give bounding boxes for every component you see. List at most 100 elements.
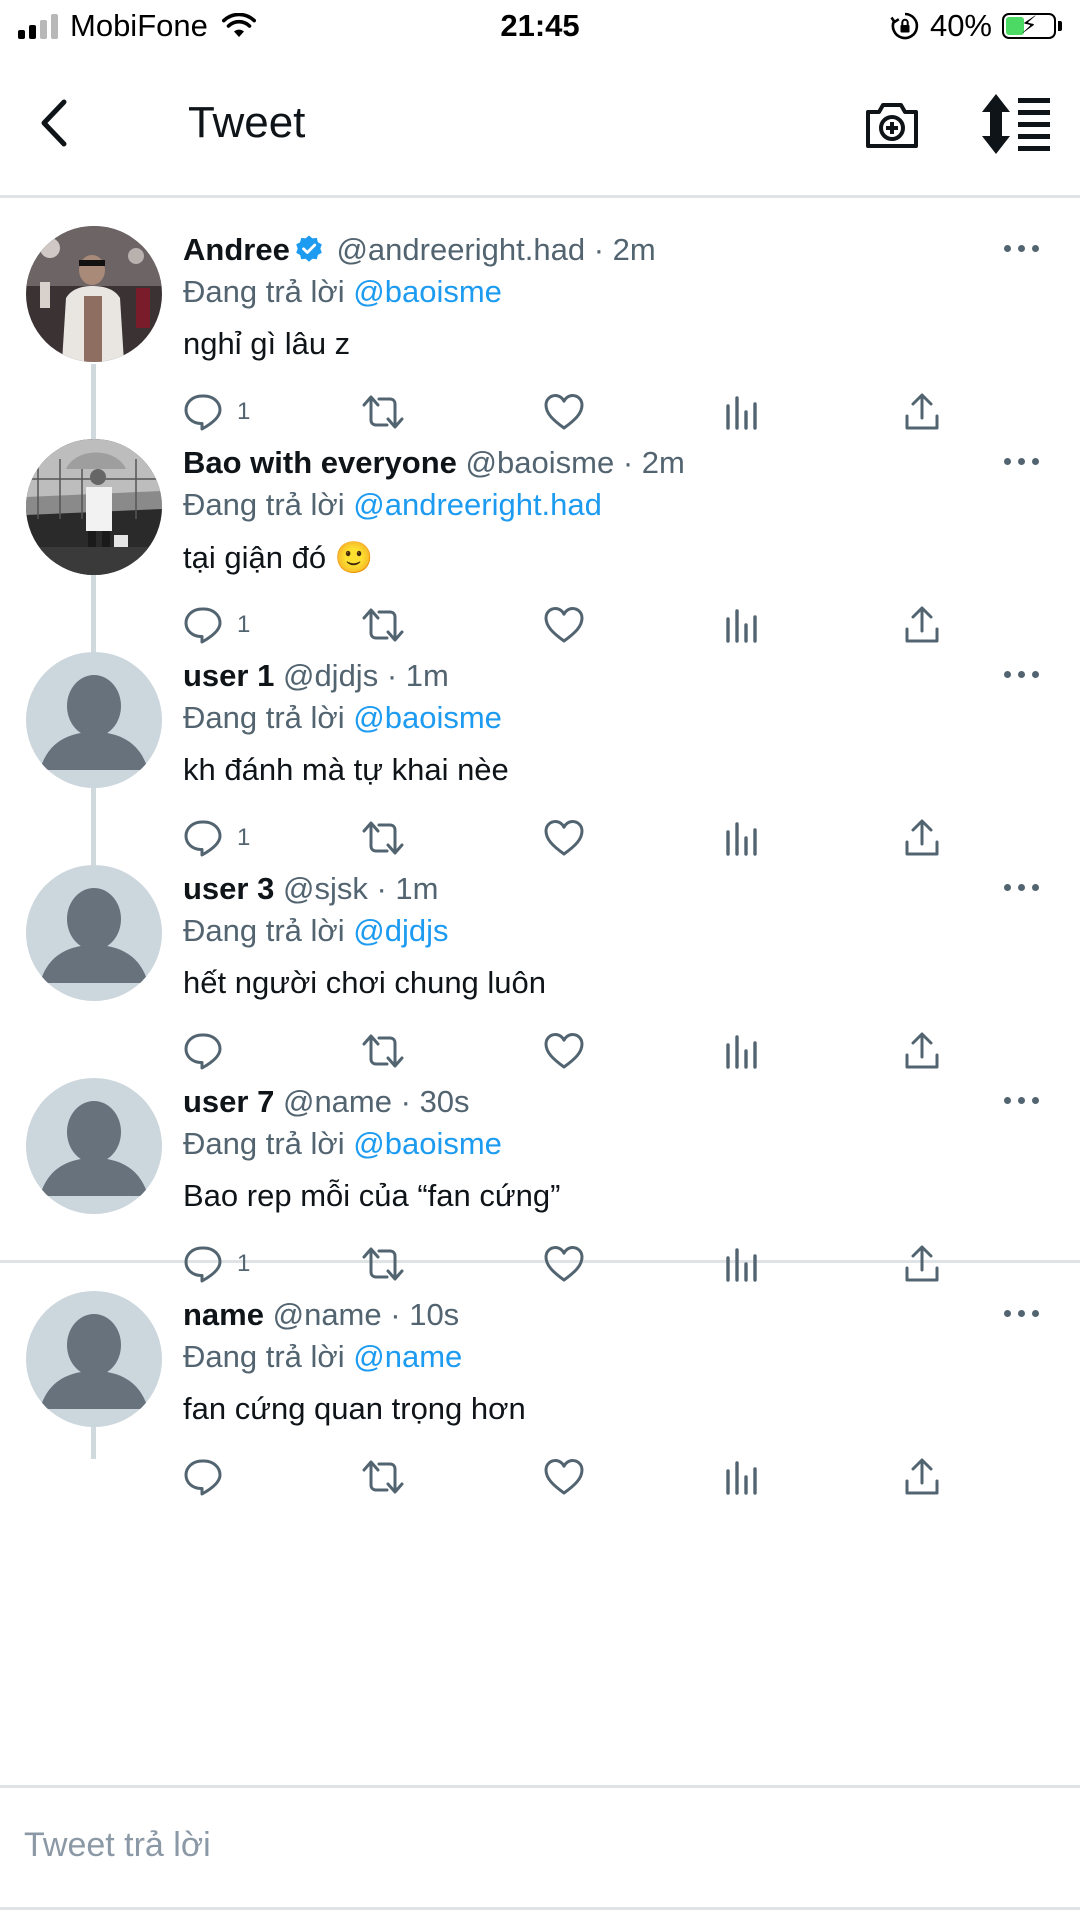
author-handle[interactable]: @djdjs xyxy=(283,658,378,693)
separator-dot: · xyxy=(386,658,398,693)
tweet-header: user 1 @djdjs · 1m xyxy=(183,658,449,694)
reply-button[interactable] xyxy=(183,1455,237,1499)
more-options-button[interactable] xyxy=(1004,451,1040,471)
reply-composer xyxy=(0,1785,1080,1910)
author-handle[interactable]: @baoisme xyxy=(466,445,615,480)
avatar[interactable] xyxy=(26,652,162,788)
replying-to-mention[interactable]: @baoisme xyxy=(353,274,502,309)
tweet-text: kh đánh mà tự khai nèe xyxy=(183,752,509,787)
retweet-icon xyxy=(362,1460,404,1494)
page-title: Tweet xyxy=(188,98,306,147)
author-name[interactable]: name xyxy=(183,1297,264,1332)
share-icon xyxy=(905,1458,939,1495)
replying-to: Đang trả lời @baoisme xyxy=(183,700,502,736)
avatar[interactable] xyxy=(26,865,162,1001)
analytics-button[interactable] xyxy=(724,1455,760,1499)
profile-photo-icon xyxy=(26,439,162,575)
author-name[interactable]: user 7 xyxy=(183,1084,274,1119)
replying-prefix: Đang trả lời xyxy=(183,274,345,309)
camera-plus-icon xyxy=(866,103,918,148)
replying-prefix: Đang trả lời xyxy=(183,1126,345,1161)
tweet-time: 10s xyxy=(409,1297,460,1332)
replying-to-mention[interactable]: @djdjs xyxy=(353,913,448,948)
header: Tweet xyxy=(0,56,1080,198)
tweet-time: 2m xyxy=(641,445,685,480)
retweet-button[interactable] xyxy=(361,1455,405,1499)
replying-to: Đang trả lời @andreeright.had xyxy=(183,487,602,523)
replying-to-mention[interactable]: @baoisme xyxy=(353,1126,502,1161)
tweet-actions xyxy=(183,1455,963,1499)
tweet-header: Andree @andreeright.had · 2m xyxy=(183,232,656,268)
more-options-button[interactable] xyxy=(1004,1090,1040,1110)
replying-to: Đang trả lời @djdjs xyxy=(183,913,448,949)
share-button[interactable] xyxy=(903,1455,941,1499)
replying-to: Đang trả lời @baoisme xyxy=(183,1126,502,1162)
author-name[interactable]: Bao with everyone xyxy=(183,445,457,480)
camera-button[interactable] xyxy=(862,94,922,154)
bolt-icon: ⚡ xyxy=(1020,12,1038,39)
separator-dot: · xyxy=(593,232,605,267)
replying-to-mention[interactable]: @andreeright.had xyxy=(353,487,602,522)
tweet-header: Bao with everyone @baoisme · 2m xyxy=(183,445,685,481)
status-bar: MobiFone 21:45 40% ⚡ xyxy=(0,0,1080,56)
tweet-6[interactable]: name @name · 10s Đang trả lời @name fan … xyxy=(0,1263,1080,1524)
analytics-icon xyxy=(726,1461,757,1495)
profile-photo-icon xyxy=(26,226,162,362)
tweet-text: tại giận đó 🙂 xyxy=(183,540,374,575)
default-avatar-icon xyxy=(26,865,162,1001)
tweet-time: 1m xyxy=(395,871,439,906)
tweet-time: 1m xyxy=(405,658,449,693)
reply-icon xyxy=(184,1459,222,1496)
sort-icon xyxy=(982,94,1050,154)
default-avatar-icon xyxy=(26,652,162,788)
author-handle[interactable]: @andreeright.had xyxy=(336,232,585,267)
author-handle[interactable]: @sjsk xyxy=(283,871,368,906)
orientation-lock-icon xyxy=(890,12,919,40)
avatar[interactable] xyxy=(26,226,162,362)
separator-dot: · xyxy=(390,1297,401,1332)
more-options-button[interactable] xyxy=(1004,877,1040,897)
tweet-text: hết người chơi chung luôn xyxy=(183,965,547,1000)
like-button[interactable] xyxy=(543,1455,585,1499)
more-options-button[interactable] xyxy=(1004,664,1040,684)
separator-dot: · xyxy=(400,1084,411,1119)
replying-to: Đang trả lời @name xyxy=(183,1339,462,1375)
battery-cap xyxy=(1058,21,1062,31)
author-handle[interactable]: @name xyxy=(283,1084,392,1119)
battery-charging-icon: ⚡ xyxy=(1002,12,1056,39)
tweet-text: nghỉ gì lâu z xyxy=(183,326,351,361)
back-chevron-icon xyxy=(41,99,67,147)
verified-badge-icon xyxy=(296,235,322,262)
tweet-header: user 7 @name · 30s xyxy=(183,1084,470,1120)
separator-dot: · xyxy=(376,871,387,906)
replying-prefix: Đang trả lời xyxy=(183,1339,345,1374)
replying-to-mention[interactable]: @name xyxy=(353,1339,462,1374)
tweet-time: 2m xyxy=(612,232,656,267)
replying-to: Đang trả lời @baoisme xyxy=(183,274,502,310)
sort-button[interactable] xyxy=(980,92,1052,156)
tweet-text: Bao rep mỗi của “fan cứng” xyxy=(183,1178,561,1213)
avatar[interactable] xyxy=(26,1078,162,1214)
replying-prefix: Đang trả lời xyxy=(183,487,345,522)
tweet-text: fan cứng quan trọng hơn xyxy=(183,1391,526,1426)
like-icon xyxy=(544,1459,584,1495)
author-name[interactable]: user 3 xyxy=(183,871,274,906)
author-handle[interactable]: @name xyxy=(273,1297,382,1332)
more-options-button[interactable] xyxy=(1004,1303,1040,1323)
replying-prefix: Đang trả lời xyxy=(183,700,345,735)
back-button[interactable] xyxy=(30,96,86,152)
author-name[interactable]: user 1 xyxy=(183,658,274,693)
status-right: 40% ⚡ xyxy=(890,8,1062,44)
tweet-header: user 3 @sjsk · 1m xyxy=(183,871,438,907)
replying-to-mention[interactable]: @baoisme xyxy=(353,700,502,735)
replying-prefix: Đang trả lời xyxy=(183,913,345,948)
tweet-time: 30s xyxy=(419,1084,470,1119)
battery-percent: 40% xyxy=(929,8,992,43)
avatar[interactable] xyxy=(26,1291,162,1427)
reply-input[interactable] xyxy=(22,1816,1026,1874)
default-avatar-icon xyxy=(26,1078,162,1214)
tweet-header: name @name · 10s xyxy=(183,1297,459,1333)
more-options-button[interactable] xyxy=(1004,238,1040,258)
avatar[interactable] xyxy=(26,439,162,575)
author-name[interactable]: Andree xyxy=(183,232,290,267)
